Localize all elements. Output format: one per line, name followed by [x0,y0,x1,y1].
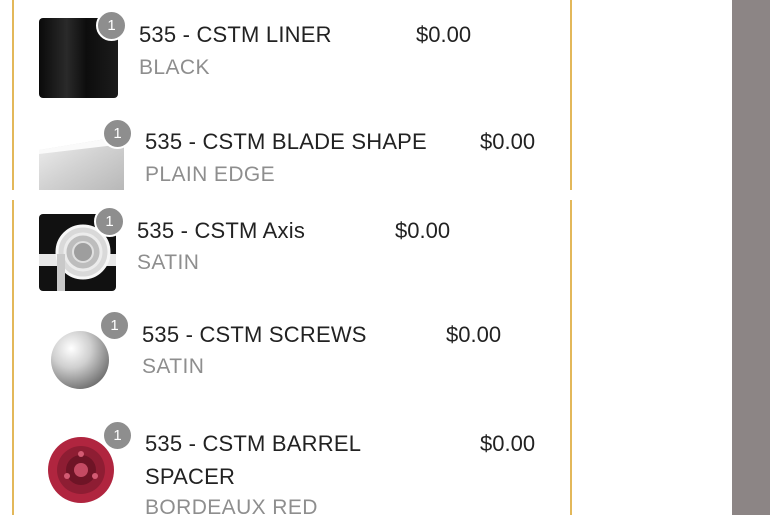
scrollbar-track[interactable] [732,0,770,515]
right-border-top [570,0,572,190]
item-name: 535 - CSTM BLADE SHAPE [145,129,427,154]
item-name: 535 - CSTM SCREWS [142,322,367,347]
item-price: $0.00 [480,129,536,154]
item-price: $0.00 [446,322,502,347]
left-border-bottom [12,200,14,515]
item-price: $0.00 [416,22,472,47]
bordeaux-barrel-spacer-icon [48,437,114,503]
item-name: 535 - CSTM LINER [139,22,332,47]
item-option: PLAIN EDGE [145,163,276,186]
left-border-top [12,0,14,190]
item-price: $0.00 [395,218,451,243]
quantity-badge: 1 [96,10,127,41]
quantity-badge: 1 [102,118,133,149]
quantity-badge: 1 [94,206,125,237]
item-option: BORDEAUX RED [145,496,318,519]
satin-screw-icon [51,331,109,389]
right-border-bottom [570,200,572,515]
quantity-badge: 1 [102,420,133,451]
item-price: $0.00 [480,431,536,456]
item-name: 535 - CSTM Axis [137,218,306,243]
item-name: 535 - CSTM BARREL SPACER [145,431,361,489]
item-option: SATIN [142,355,205,378]
item-option: BLACK [139,56,210,79]
quantity-badge: 1 [99,310,130,341]
item-option: SATIN [137,251,200,274]
